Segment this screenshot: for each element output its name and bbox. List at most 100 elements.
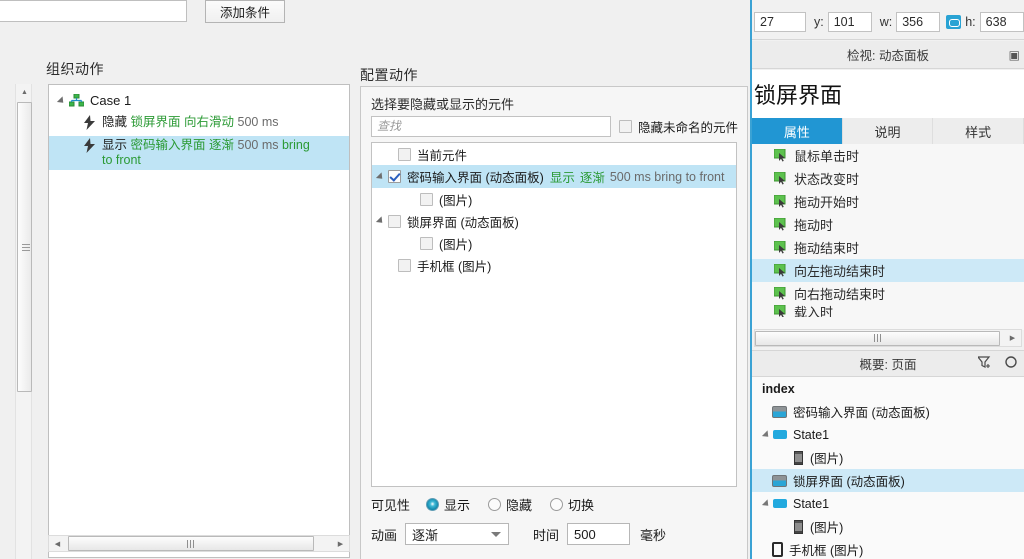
filter-icon[interactable] [976, 355, 992, 372]
action-duration: 500 ms [237, 138, 279, 152]
chevron-down-icon[interactable] [491, 532, 502, 537]
radio-toggle[interactable]: 切换 [550, 495, 594, 514]
w-field[interactable]: w: 356 [872, 11, 941, 32]
selected-element-name[interactable]: 锁屏界面 [752, 70, 1024, 118]
radio-toggle-label: 切换 [568, 498, 595, 513]
element-label: (图片) [439, 193, 473, 208]
events-horizontal-scrollbar[interactable]: ▶ [754, 329, 1022, 347]
phone-frame-icon [772, 542, 783, 557]
element-list[interactable]: 当前元件 密码输入界面 (动态面板) 显示 逐渐 500 ms bring to… [371, 142, 737, 487]
add-condition-button[interactable]: 添加条件 [205, 0, 285, 23]
h-field[interactable]: h: 638 [961, 11, 1024, 32]
hide-unnamed-checkbox-row[interactable]: 隐藏未命名的元件 [619, 117, 738, 136]
gear-icon[interactable] [1004, 355, 1018, 372]
element-checkbox[interactable] [398, 147, 411, 161]
radio-toggle-indicator[interactable] [550, 498, 564, 511]
radio-show-indicator[interactable] [426, 498, 440, 511]
expand-triangle-icon[interactable] [761, 498, 772, 509]
time-unit-label: 毫秒 [640, 527, 667, 543]
element-checkbox[interactable] [388, 214, 401, 228]
w-input[interactable]: 356 [896, 11, 941, 32]
event-row[interactable]: 向左拖动结束时 [752, 259, 1024, 282]
outline-row[interactable]: 手机框 (图片) [752, 538, 1024, 559]
event-row[interactable]: 载入时 [752, 305, 1024, 317]
y-field[interactable]: y: 101 [806, 11, 872, 32]
radio-hide-indicator[interactable] [488, 498, 502, 511]
list-item[interactable]: 手机框 (图片) [372, 254, 736, 276]
tree-row[interactable]: Case 1 [53, 91, 345, 113]
geometry-toolbar: 27 y: 101 w: 356 h: 638 隐藏 [752, 0, 1024, 40]
event-row[interactable]: 向右拖动结束时 [752, 282, 1024, 305]
event-row[interactable]: 鼠标单击时 [752, 144, 1024, 167]
radio-show-label: 显示 [444, 498, 471, 513]
event-label: 载入时 [794, 305, 834, 317]
outline-label: 锁屏界面 (动态面板) [793, 475, 905, 489]
collapse-icon[interactable]: ▣ [1009, 48, 1020, 62]
outline-row[interactable]: index [752, 377, 1024, 400]
event-cursor-icon [773, 240, 787, 254]
tree-row[interactable]: 隐藏 锁屏界面 向右滑动 500 ms [53, 113, 345, 136]
radio-show[interactable]: 显示 [426, 495, 470, 514]
y-input[interactable]: 101 [827, 11, 872, 32]
outline-tree[interactable]: index 密码输入界面 (动态面板) State1 (图片) 锁屏界面 (动态… [752, 377, 1024, 559]
scrollbar-thumb[interactable] [755, 330, 1000, 346]
outline-row[interactable]: State1 [752, 492, 1024, 515]
outline-row[interactable]: 锁屏界面 (动态面板) [752, 469, 1024, 492]
search-input[interactable]: 查找 [371, 116, 611, 137]
tree-row[interactable]: 显示 密码输入界面 逐渐 500 ms bring to front [49, 136, 349, 170]
condition-input[interactable] [0, 0, 187, 22]
tab-style[interactable]: 样式 [933, 118, 1024, 144]
element-checkbox[interactable] [388, 170, 401, 183]
scroll-left-icon[interactable]: ◀ [49, 536, 66, 551]
list-item[interactable]: 密码输入界面 (动态面板) 显示 逐渐 500 ms bring to fron… [372, 165, 736, 188]
app-root: 添加条件 组织动作 配置动作 ▲ ▼ [0, 0, 1024, 559]
tab-properties[interactable]: 属性 [752, 118, 843, 144]
action-verb: 隐藏 [102, 115, 128, 129]
expand-triangle-icon[interactable] [375, 171, 386, 182]
inspect-label: 检视: 动态面板 [847, 49, 929, 63]
event-row[interactable]: 拖动时 [752, 213, 1024, 236]
event-row[interactable]: 拖动开始时 [752, 190, 1024, 213]
expand-triangle-icon[interactable] [761, 429, 772, 440]
x-field[interactable]: 27 [752, 11, 806, 32]
element-checkbox[interactable] [398, 258, 411, 272]
list-item[interactable]: (图片) [372, 188, 736, 210]
organize-horizontal-scrollbar[interactable]: ◀ ▶ [48, 535, 350, 552]
scroll-track[interactable] [755, 330, 1004, 346]
scroll-right-icon[interactable]: ▶ [332, 536, 349, 551]
list-item[interactable]: (图片) [372, 232, 736, 254]
scrollbar-thumb[interactable] [17, 102, 32, 392]
scroll-right-icon[interactable]: ▶ [1004, 331, 1021, 346]
events-list[interactable]: 鼠标单击时 状态改变时 拖动开始时 拖动时 拖动结束时 向左拖动结束时 向右拖动… [752, 144, 1024, 330]
event-row[interactable]: 状态改变时 [752, 167, 1024, 190]
tab-notes[interactable]: 说明 [842, 118, 934, 144]
event-row[interactable]: 拖动结束时 [752, 236, 1024, 259]
scrollbar-thumb[interactable] [68, 536, 314, 551]
hide-unnamed-checkbox[interactable] [619, 120, 632, 133]
outline-row[interactable]: (图片) [752, 515, 1024, 538]
expand-triangle-icon[interactable] [375, 216, 386, 226]
scroll-track[interactable] [66, 536, 332, 551]
action-options: 可见性 显示 隐藏 切换 动画 逐渐 时间 500 毫秒 [371, 495, 741, 559]
outline-row[interactable]: State1 [752, 423, 1024, 446]
outline-label: (图片) [810, 521, 844, 535]
x-input[interactable]: 27 [754, 11, 806, 32]
h-input[interactable]: 638 [979, 11, 1024, 32]
radio-hide[interactable]: 隐藏 [488, 495, 532, 514]
element-action-verb: 显示 [549, 171, 575, 185]
element-checkbox[interactable] [420, 236, 433, 250]
outline-row[interactable]: (图片) [752, 446, 1024, 469]
time-label: 时间 [533, 527, 560, 543]
time-input[interactable]: 500 [567, 523, 631, 545]
element-checkbox[interactable] [420, 192, 433, 206]
outline-row[interactable]: 密码输入界面 (动态面板) [752, 400, 1024, 423]
animation-select[interactable]: 逐渐 [405, 523, 510, 545]
list-item[interactable]: 当前元件 [372, 143, 736, 165]
dialog-vertical-scrollbar[interactable]: ▲ ▼ [15, 84, 32, 559]
link-icon[interactable] [946, 14, 962, 29]
list-item[interactable]: 锁屏界面 (动态面板) [372, 210, 736, 232]
image-icon [794, 450, 803, 465]
expand-triangle-icon[interactable] [56, 96, 67, 106]
action-verb: 显示 [102, 138, 128, 152]
scroll-up-icon[interactable]: ▲ [16, 84, 33, 100]
